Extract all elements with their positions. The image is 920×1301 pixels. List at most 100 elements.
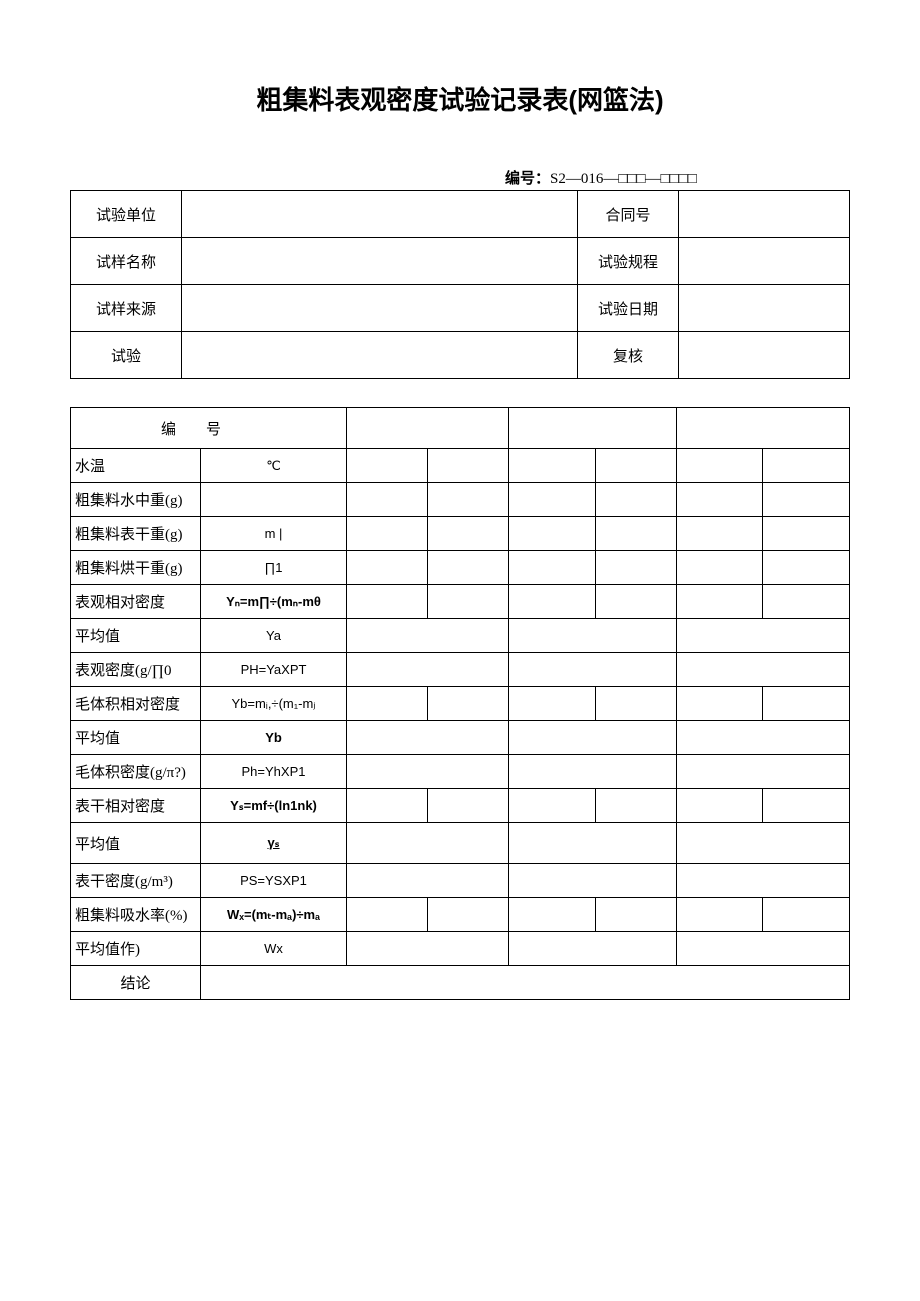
table-row: 平均值 Ya <box>71 619 850 653</box>
data-cell <box>763 517 850 551</box>
value-tester <box>182 332 578 379</box>
data-cell <box>347 932 509 966</box>
data-cell <box>763 449 850 483</box>
data-cell <box>676 823 849 864</box>
label-surface-dry: 粗集料表干重(g) <box>71 517 201 551</box>
data-cell <box>676 483 763 517</box>
form-number-label: 编号： <box>505 171 550 187</box>
data-cell <box>595 585 676 619</box>
data-cell <box>509 653 677 687</box>
data-cell <box>595 898 676 932</box>
table-row: 试验 复核 <box>71 332 850 379</box>
label-bulk-rel: 毛体积相对密度 <box>71 687 201 721</box>
data-cell <box>676 932 849 966</box>
data-cell <box>676 653 849 687</box>
table-row: 平均值 γₛ <box>71 823 850 864</box>
value-test-unit <box>182 191 578 238</box>
label-avg4: 平均值作) <box>71 932 201 966</box>
data-cell <box>676 517 763 551</box>
label-absorption: 粗集料吸水率(%) <box>71 898 201 932</box>
table-row: 毛体积密度(g/π?) Ph=YhXP1 <box>71 755 850 789</box>
label-conclusion: 结论 <box>71 966 201 1000</box>
data-cell <box>428 898 509 932</box>
table-row: 试验单位 合同号 <box>71 191 850 238</box>
data-cell <box>509 449 596 483</box>
data-cell <box>509 721 677 755</box>
data-cell <box>347 408 509 449</box>
data-cell <box>676 898 763 932</box>
formula-ssd-rel: Yₛ=mf÷(ln1nk) <box>201 789 347 823</box>
data-cell <box>509 483 596 517</box>
data-cell <box>676 585 763 619</box>
label-test-spec: 试验规程 <box>578 238 679 285</box>
data-cell <box>763 585 850 619</box>
data-cell <box>428 551 509 585</box>
table-row: 平均值 Yb <box>71 721 850 755</box>
data-cell <box>763 483 850 517</box>
data-cell <box>763 789 850 823</box>
data-cell <box>676 619 849 653</box>
formula-ssd-density: PS=YSXP1 <box>201 864 347 898</box>
data-cell <box>347 898 428 932</box>
data-cell <box>428 687 509 721</box>
table-row: 结论 <box>71 966 850 1000</box>
label-apparent-density: 表观密度(g/∏0 <box>71 653 201 687</box>
data-cell <box>763 687 850 721</box>
data-cell <box>595 789 676 823</box>
data-cell <box>347 823 509 864</box>
symbol-avg2: Yb <box>201 721 347 755</box>
table-row: 粗集料水中重(g) <box>71 483 850 517</box>
data-cell <box>676 755 849 789</box>
label-ssd-rel: 表干相对密度 <box>71 789 201 823</box>
data-cell <box>428 789 509 823</box>
label-water-temp: 水温 <box>71 449 201 483</box>
table-row: 表观相对密度 Yₙ=m∏÷(mₙ-mθ <box>71 585 850 619</box>
symbol-avg4: Wx <box>201 932 347 966</box>
data-cell <box>347 619 509 653</box>
formula-bulk-rel: Yb=mᵢ,÷(m₁-mⱼ <box>201 687 347 721</box>
formula-bulk-density: Ph=YhXP1 <box>201 755 347 789</box>
data-cell <box>509 789 596 823</box>
data-cell <box>347 687 428 721</box>
label-avg3: 平均值 <box>71 823 201 864</box>
label-ssd-density: 表干密度(g/m³) <box>71 864 201 898</box>
data-cell <box>347 721 509 755</box>
page-title: 粗集料表观密度试验记录表(网篮法) <box>70 80 850 117</box>
data-cell <box>509 517 596 551</box>
data-cell <box>428 517 509 551</box>
table-row: 试样来源 试验日期 <box>71 285 850 332</box>
data-cell <box>347 789 428 823</box>
conclusion-value <box>201 966 850 1000</box>
label-test-unit: 试验单位 <box>71 191 182 238</box>
data-cell <box>347 517 428 551</box>
unit-water-temp: ℃ <box>201 449 347 483</box>
data-cell <box>763 898 850 932</box>
value-contract-no <box>679 191 850 238</box>
data-cell <box>509 551 596 585</box>
value-reviewer <box>679 332 850 379</box>
data-cell <box>509 864 677 898</box>
label-tester: 试验 <box>71 332 182 379</box>
label-contract-no: 合同号 <box>578 191 679 238</box>
label-bulk-density: 毛体积密度(g/π?) <box>71 755 201 789</box>
table-row: 试样名称 试验规程 <box>71 238 850 285</box>
table-row: 粗集料吸水率(%) Wₓ=(mₜ-mₐ)÷mₐ <box>71 898 850 932</box>
data-cell <box>347 585 428 619</box>
data-cell <box>347 755 509 789</box>
data-cell <box>676 721 849 755</box>
table-row: 表干相对密度 Yₛ=mf÷(ln1nk) <box>71 789 850 823</box>
data-cell <box>763 551 850 585</box>
data-cell <box>509 823 677 864</box>
serial-label: 编号 <box>71 408 347 449</box>
data-cell <box>347 864 509 898</box>
value-test-spec <box>679 238 850 285</box>
formula-apparent-rel: Yₙ=m∏÷(mₙ-mθ <box>201 585 347 619</box>
data-cell <box>509 687 596 721</box>
header-info-table: 试验单位 合同号 试样名称 试验规程 试样来源 试验日期 试验 复核 <box>70 190 850 379</box>
label-sample-source: 试样来源 <box>71 285 182 332</box>
data-cell <box>509 619 677 653</box>
data-cell <box>595 449 676 483</box>
value-test-date <box>679 285 850 332</box>
table-row: 表干密度(g/m³) PS=YSXP1 <box>71 864 850 898</box>
data-cell <box>347 483 428 517</box>
